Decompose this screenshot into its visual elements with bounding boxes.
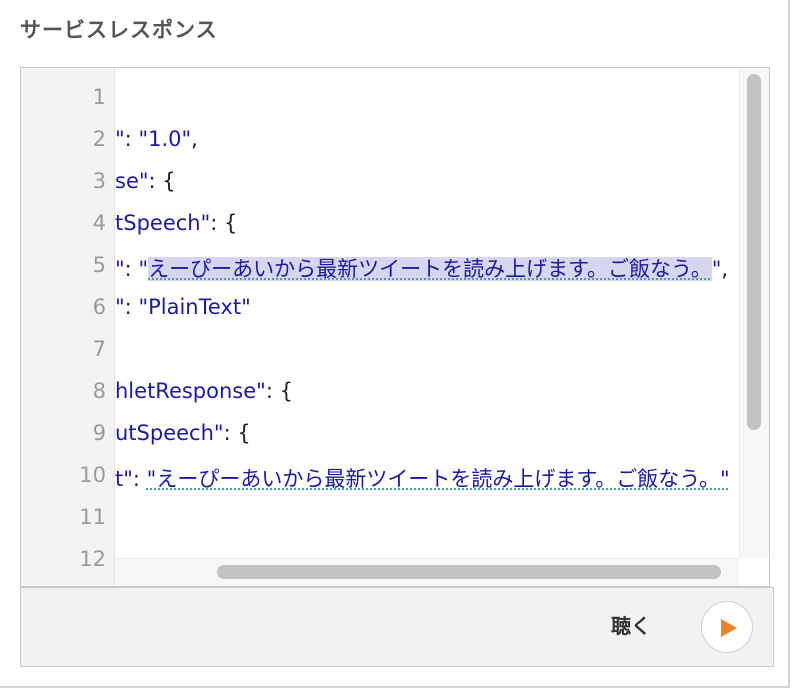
json-separator: : <box>223 421 238 445</box>
json-punct: { <box>279 379 293 403</box>
json-key: tSpeech" <box>115 211 211 235</box>
code-line: t": "えーぴーあいから最新ツイートを読み上げます。ご飯なう。" <box>115 463 730 493</box>
json-separator: : <box>132 467 147 491</box>
code-line: ": "えーぴーあいから最新ツイートを読み上げます。ご飯なう。", <box>115 253 728 283</box>
line-number: 3 <box>92 169 106 193</box>
vertical-scrollbar-thumb[interactable] <box>747 74 761 430</box>
json-separator: : <box>148 169 163 193</box>
code-editor[interactable]: 1 2 3 4 5 6 7 8 9 10 11 12 ": "1.0", se"… <box>20 67 770 587</box>
section-title: サービスレスポンス <box>20 18 218 42</box>
playback-bar: 聴く <box>20 587 774 667</box>
line-number: 6 <box>92 295 106 319</box>
json-separator: : <box>124 127 139 151</box>
line-number: 2 <box>92 127 106 151</box>
code-line: ": "1.0", <box>115 127 198 151</box>
line-number: 11 <box>79 505 106 529</box>
json-key: utSpeech" <box>115 421 224 445</box>
line-number: 10 <box>79 463 106 487</box>
json-value: "えーぴーあいから最新ツイートを読み上げます。ご飯なう。" <box>146 467 730 491</box>
code-line: ": "PlainText" <box>115 295 251 319</box>
line-number: 8 <box>92 379 106 403</box>
json-value: "1.0" <box>138 127 192 151</box>
line-number: 12 <box>79 547 106 571</box>
code-line: se": { <box>115 169 176 193</box>
line-number: 5 <box>92 253 106 277</box>
json-punct: , <box>721 257 729 281</box>
line-number: 4 <box>92 211 106 235</box>
json-value-quote: " <box>138 257 149 281</box>
play-icon <box>721 619 737 637</box>
json-separator: : <box>124 257 139 281</box>
play-button[interactable] <box>701 601 753 653</box>
json-key: se" <box>115 169 149 193</box>
code-line: tSpeech": { <box>115 211 237 235</box>
code-line: utSpeech": { <box>115 421 251 445</box>
line-number: 7 <box>92 337 106 361</box>
json-punct: { <box>237 421 251 445</box>
json-key: hletResponse" <box>115 379 266 403</box>
json-value: "PlainText" <box>138 295 251 319</box>
json-key: " <box>115 257 125 281</box>
json-key: t" <box>115 467 133 491</box>
listen-label: 聴く <box>611 614 651 638</box>
json-separator: : <box>124 295 139 319</box>
json-key: " <box>115 295 125 319</box>
code-line: hletResponse": { <box>115 379 293 403</box>
line-number-gutter: 1 2 3 4 5 6 7 8 9 10 11 12 <box>21 68 115 586</box>
horizontal-scrollbar-thumb[interactable] <box>217 565 721 579</box>
json-punct: , <box>191 127 198 151</box>
json-key: " <box>115 127 125 151</box>
highlighted-speech-text[interactable]: えーぴーあいから最新ツイートを読み上げます。ご飯なう。 <box>148 257 712 281</box>
json-value-quote: " <box>711 257 722 281</box>
json-separator: : <box>210 211 225 235</box>
json-separator: : <box>265 379 280 403</box>
json-punct: { <box>224 211 238 235</box>
code-content[interactable]: ": "1.0", se": { tSpeech": { ": "えーぴーあいか… <box>115 68 739 558</box>
line-number: 9 <box>92 421 106 445</box>
service-response-panel: サービスレスポンス 1 2 3 4 5 6 7 8 9 10 11 12 ": … <box>0 0 790 688</box>
line-number: 1 <box>92 85 106 109</box>
json-punct: { <box>162 169 176 193</box>
